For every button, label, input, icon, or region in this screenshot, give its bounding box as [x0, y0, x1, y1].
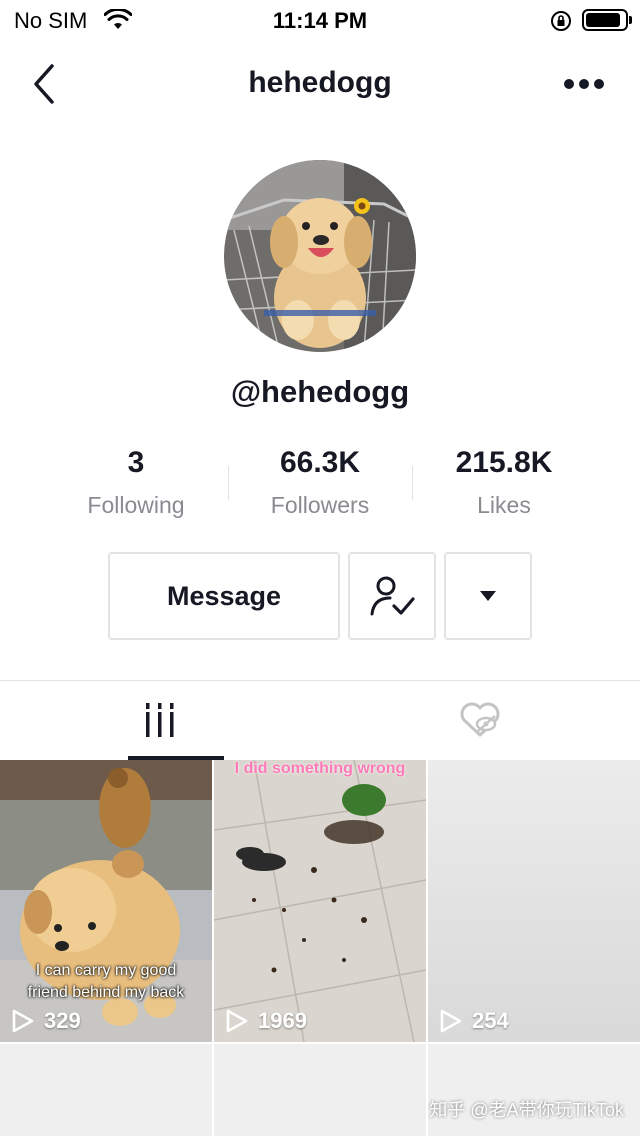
view-count: 254 [438, 1008, 509, 1034]
profile-tabs [0, 681, 640, 759]
stat-followers[interactable]: 66.3K Followers [220, 446, 420, 519]
video-thumbnail-image [214, 760, 426, 1042]
more-dots-icon [564, 79, 574, 89]
likes-count: 215.8K [455, 446, 553, 479]
video-thumbnail[interactable]: I did something wrong 1969 [214, 760, 426, 1042]
profile-stats: 3 Following 66.3K Followers 215.8K Likes [0, 446, 640, 526]
profile-handle: @hehedogg [230, 374, 410, 409]
message-button[interactable]: Message [108, 552, 340, 640]
stat-likes[interactable]: 215.8K Likes [404, 446, 604, 519]
clock: 11:14 PM [272, 8, 368, 33]
view-count-value: 329 [44, 1008, 81, 1033]
followers-label: Followers [270, 492, 370, 518]
liked-hidden-icon [460, 702, 500, 737]
status-bar: No SIM 11:14 PM [0, 0, 640, 40]
view-count-value: 254 [472, 1008, 509, 1033]
play-icon [226, 1009, 248, 1033]
view-count: 1969 [224, 1008, 307, 1034]
view-count-value: 1969 [258, 1008, 307, 1033]
following-count: 3 [127, 446, 145, 479]
view-count: 329 [10, 1008, 81, 1034]
likes-label: Likes [477, 492, 531, 518]
page-title: hehedogg [248, 66, 392, 99]
suggested-accounts-dropdown[interactable] [444, 552, 532, 640]
grid-icon [146, 703, 174, 737]
play-icon [12, 1009, 34, 1033]
caret-down-icon [480, 591, 496, 601]
battery-icon [582, 9, 632, 31]
stat-following[interactable]: 3 Following [36, 446, 236, 519]
video-thumbnail[interactable] [0, 1044, 212, 1136]
video-caption: I did something wrong [234, 760, 406, 777]
followers-count: 66.3K [279, 446, 361, 479]
tab-liked[interactable] [320, 681, 640, 759]
video-thumbnail[interactable] [428, 1044, 640, 1136]
avatar[interactable] [224, 160, 416, 352]
play-icon [440, 1009, 462, 1033]
caption-line: I can carry my good [35, 962, 177, 979]
video-thumbnail[interactable] [214, 1044, 426, 1136]
video-thumbnail[interactable]: 254 [428, 760, 640, 1042]
more-options-button[interactable] [558, 68, 610, 100]
video-grid: I can carry my good friend behind my bac… [0, 760, 640, 1136]
nav-bar: hehedogg [0, 48, 640, 120]
following-status-button[interactable] [348, 552, 436, 640]
video-caption: I can carry my good friend behind my bac… [0, 960, 212, 1004]
video-thumbnail[interactable]: I can carry my good friend behind my bac… [0, 760, 212, 1042]
following-label: Following [87, 492, 185, 518]
tab-videos[interactable] [0, 681, 320, 759]
profile-actions: Message [0, 552, 640, 640]
rotation-lock-icon [550, 10, 572, 37]
watermark: 知乎 @老A带你玩TikTok [429, 1100, 624, 1120]
user-check-icon [370, 576, 415, 616]
avatar-image [224, 160, 416, 352]
caption-line: friend behind my back [27, 984, 185, 1001]
